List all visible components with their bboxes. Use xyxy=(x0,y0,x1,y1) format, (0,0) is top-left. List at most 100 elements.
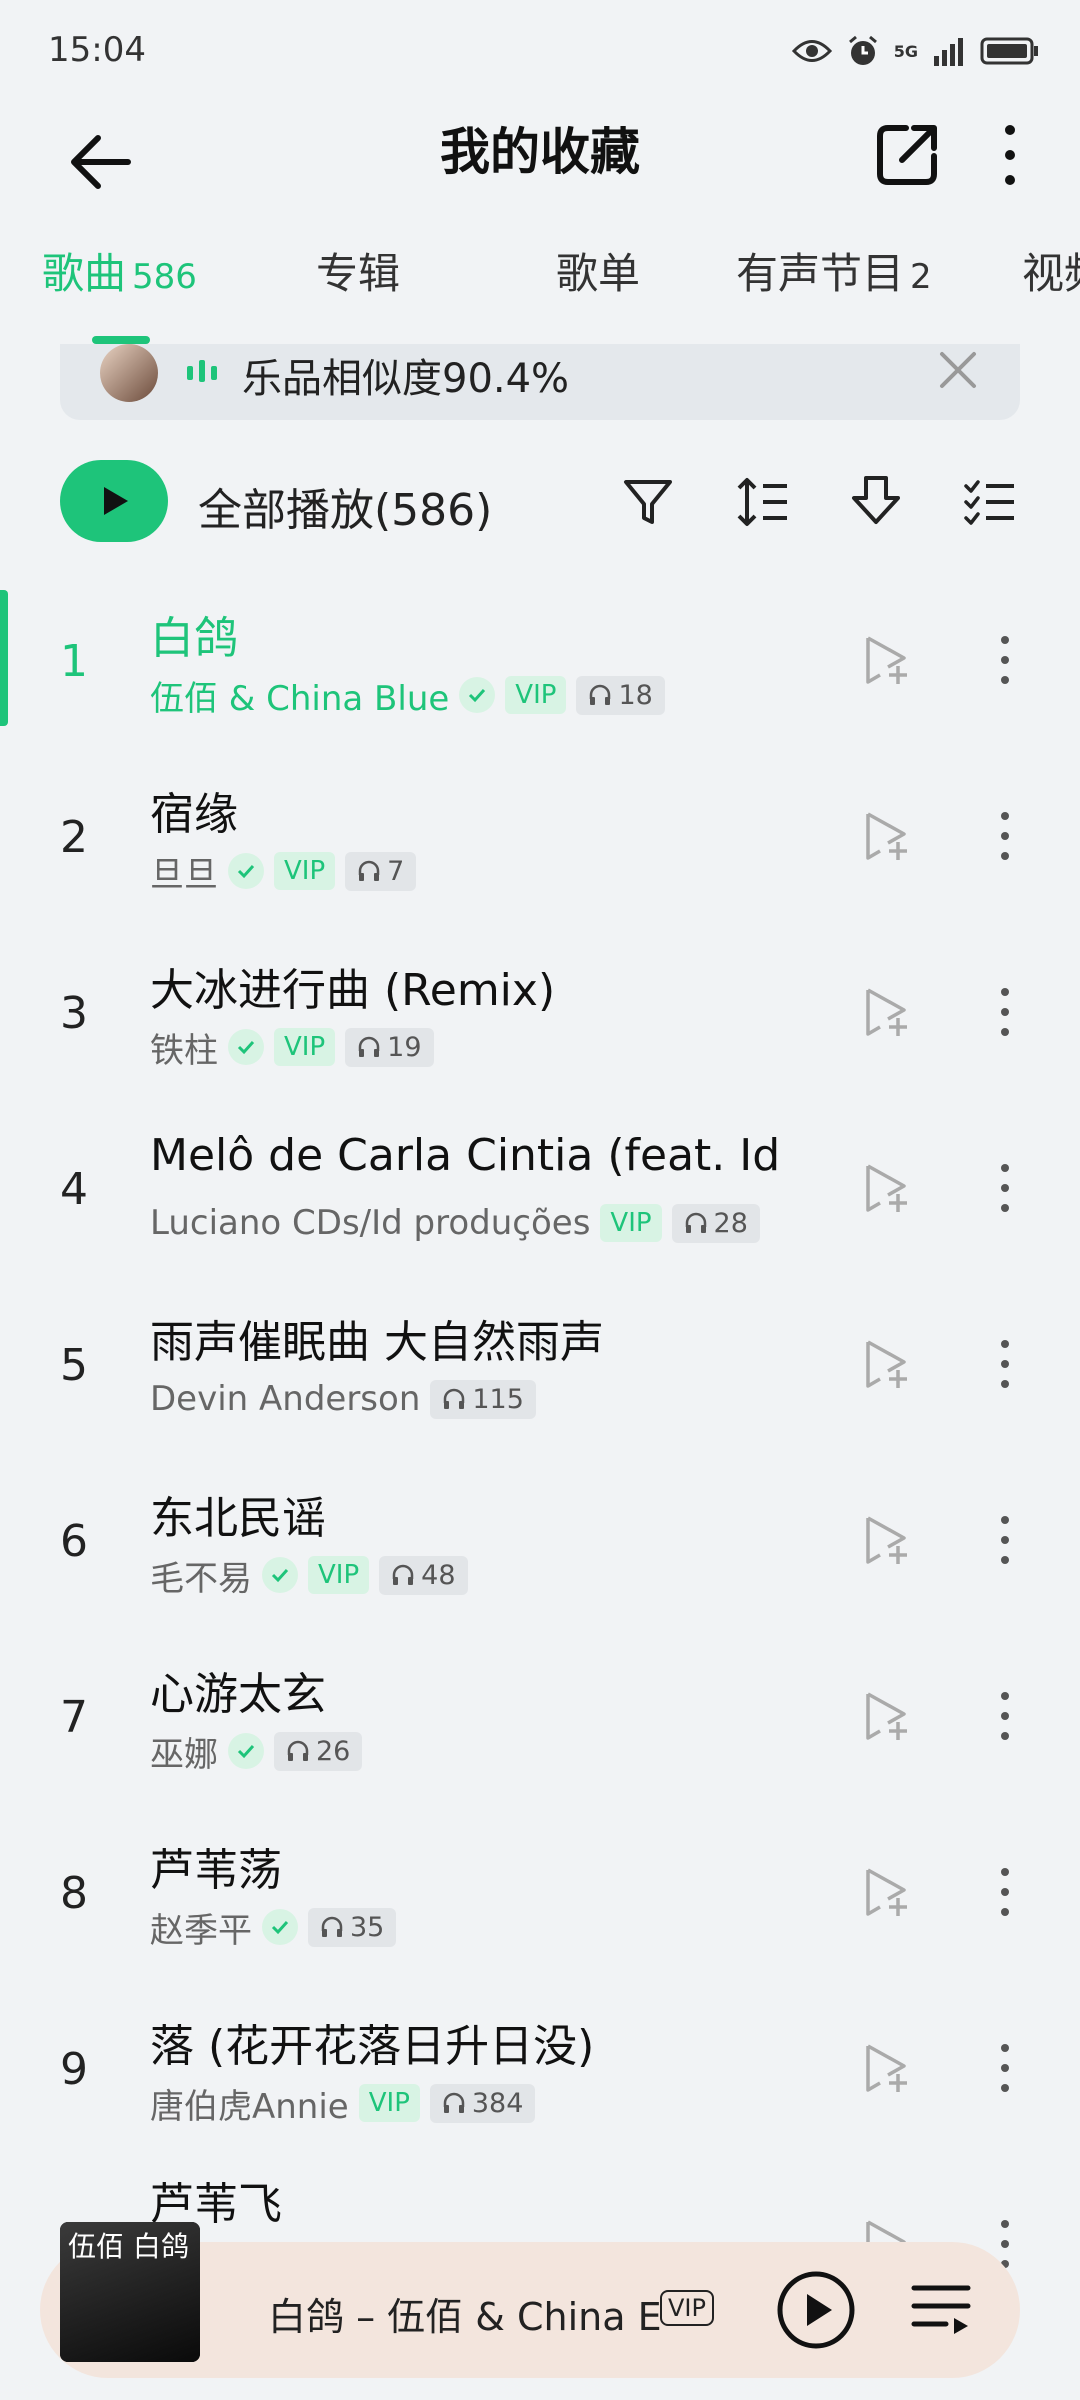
vertical-dots-icon[interactable] xyxy=(990,2040,1020,2096)
sort-icon[interactable] xyxy=(735,474,791,530)
network-label: 5G xyxy=(893,41,918,61)
headphones-icon xyxy=(685,1212,706,1233)
song-meta: 巫娜 26 xyxy=(150,1728,363,1775)
mini-player[interactable]: 伍佰 白鸽 白鸽 – 伍佰 & China E VIP xyxy=(40,2222,1020,2378)
song-row[interactable]: 4 Melô de Carla Cintia (feat. Id… Lucian… xyxy=(0,1118,1080,1294)
plays-badge: 48 xyxy=(379,1555,468,1595)
similarity-banner[interactable]: 乐品相似度90.4% xyxy=(60,344,1020,420)
tab-label: 歌曲 xyxy=(42,249,127,298)
plays-count: 48 xyxy=(421,1559,456,1591)
play-next-icon[interactable] xyxy=(860,1512,916,1568)
song-index: 3 xyxy=(60,988,88,1039)
plays-badge: 35 xyxy=(308,1907,397,1947)
play-all-row: 全部播放(586) xyxy=(0,450,1080,560)
play-next-icon[interactable] xyxy=(860,1336,916,1392)
song-index: 6 xyxy=(60,1516,88,1567)
plays-badge: 7 xyxy=(345,851,417,891)
more-options-button[interactable] xyxy=(990,120,1030,190)
vertical-dots-icon[interactable] xyxy=(990,632,1020,688)
song-artist: 赵季平 xyxy=(150,1910,252,1951)
tab-audio-programs[interactable]: 有声节目 2 xyxy=(736,240,932,301)
play-next-icon[interactable] xyxy=(860,2040,916,2096)
song-title: 落 (花开花落日升日没) xyxy=(150,2021,595,2072)
close-icon[interactable] xyxy=(936,348,980,392)
tab-videos[interactable]: 视频 xyxy=(1022,240,1080,301)
vip-badge: VIP xyxy=(274,852,336,890)
plays-badge: 18 xyxy=(576,675,665,715)
multi-select-icon[interactable] xyxy=(962,474,1018,530)
song-artist: 唐伯虎Annie xyxy=(150,2086,349,2127)
share-button[interactable] xyxy=(872,120,942,190)
plays-count: 19 xyxy=(387,1031,422,1063)
song-row[interactable]: 6 东北民谣 毛不易 VIP 48 xyxy=(0,1470,1080,1646)
plays-count: 26 xyxy=(316,1735,351,1767)
song-title: 白鸽 xyxy=(150,613,238,664)
tab-albums[interactable]: 专辑 xyxy=(316,240,400,301)
filter-icon[interactable] xyxy=(620,474,676,530)
song-title: 东北民谣 xyxy=(150,1493,326,1544)
song-artist: 毛不易 xyxy=(150,1558,252,1599)
vertical-dots-icon[interactable] xyxy=(990,1688,1020,1744)
song-row[interactable]: 5 雨声催眠曲 大自然雨声 Devin Anderson 115 xyxy=(0,1294,1080,1470)
equalizer-icon xyxy=(187,360,217,382)
song-title: 宿缘 xyxy=(150,789,238,840)
song-row[interactable]: 7 心游太玄 巫娜 26 xyxy=(0,1646,1080,1822)
song-row[interactable]: 8 芦苇荡 赵季平 35 xyxy=(0,1822,1080,1998)
verified-icon xyxy=(228,1733,264,1769)
status-time: 15:04 xyxy=(48,30,146,70)
plays-count: 18 xyxy=(618,679,653,711)
verified-icon xyxy=(262,1557,298,1593)
play-next-icon[interactable] xyxy=(860,1160,916,1216)
vip-badge: VIP xyxy=(358,2084,420,2122)
headphones-icon xyxy=(443,2092,465,2113)
category-tabs: 歌曲586 专辑 歌单 有声节目2 视频 xyxy=(0,240,1080,330)
tab-label: 歌单 xyxy=(556,249,641,298)
song-index: 9 xyxy=(60,2044,88,2095)
play-next-icon[interactable] xyxy=(860,1864,916,1920)
plays-count: 115 xyxy=(472,1383,524,1415)
play-next-icon[interactable] xyxy=(860,1688,916,1744)
song-meta: 毛不易 VIP 48 xyxy=(150,1552,468,1599)
song-artist: Devin Anderson xyxy=(150,1379,421,1419)
play-next-icon[interactable] xyxy=(860,984,916,1040)
play-circle-icon[interactable] xyxy=(776,2270,856,2350)
headphones-icon xyxy=(358,860,380,881)
vertical-dots-icon[interactable] xyxy=(990,1512,1020,1568)
album-art[interactable]: 伍佰 白鸽 xyxy=(60,2222,200,2362)
status-icons: 5G xyxy=(791,34,1040,68)
tab-playlists[interactable]: 歌单 xyxy=(556,240,640,301)
song-index: 2 xyxy=(60,812,88,863)
vertical-dots-icon[interactable] xyxy=(990,808,1020,864)
song-meta: 赵季平 35 xyxy=(150,1904,397,1951)
song-artist: 伍佰 & China Blue xyxy=(150,678,450,719)
playlist-icon[interactable] xyxy=(910,2276,974,2340)
song-meta: Luciano CDs/Id produções VIP 28 xyxy=(150,1200,760,1246)
vertical-dots-icon[interactable] xyxy=(990,1336,1020,1392)
song-row[interactable]: 9 落 (花开花落日升日没) 唐伯虎Annie VIP 384 xyxy=(0,1998,1080,2174)
active-tab-indicator xyxy=(92,336,150,344)
signal-icon xyxy=(934,38,963,66)
song-index: 8 xyxy=(60,1868,88,1919)
verified-icon xyxy=(262,1909,298,1945)
play-next-icon[interactable] xyxy=(860,808,916,864)
song-index: 5 xyxy=(60,1340,88,1391)
song-title: 心游太玄 xyxy=(150,1669,326,1720)
vertical-dots-icon[interactable] xyxy=(990,1864,1020,1920)
vip-badge: VIP xyxy=(274,1028,336,1066)
play-all-button[interactable] xyxy=(60,460,168,542)
verified-icon xyxy=(228,853,264,889)
play-next-icon[interactable] xyxy=(860,632,916,688)
vertical-dots-icon[interactable] xyxy=(990,1160,1020,1216)
song-row[interactable]: 3 大冰进行曲 (Remix) 铁柱 VIP 19 xyxy=(0,942,1080,1118)
vertical-dots-icon[interactable] xyxy=(990,984,1020,1040)
tab-songs[interactable]: 歌曲 586 xyxy=(42,240,197,301)
plays-count: 35 xyxy=(350,1911,385,1943)
song-row[interactable]: 2 宿缘 旦旦 VIP 7 xyxy=(0,766,1080,942)
now-playing-text: 白鸽 – 伍佰 & China E xyxy=(268,2295,662,2339)
download-icon[interactable] xyxy=(848,474,904,530)
song-title: 芦苇荡 xyxy=(150,1845,282,1896)
song-row[interactable]: 1 白鸽 伍佰 & China Blue VIP 18 xyxy=(0,590,1080,766)
status-bar: 15:04 5G xyxy=(0,0,1080,100)
plays-count: 28 xyxy=(713,1207,748,1239)
header: 我的收藏 xyxy=(0,100,1080,210)
